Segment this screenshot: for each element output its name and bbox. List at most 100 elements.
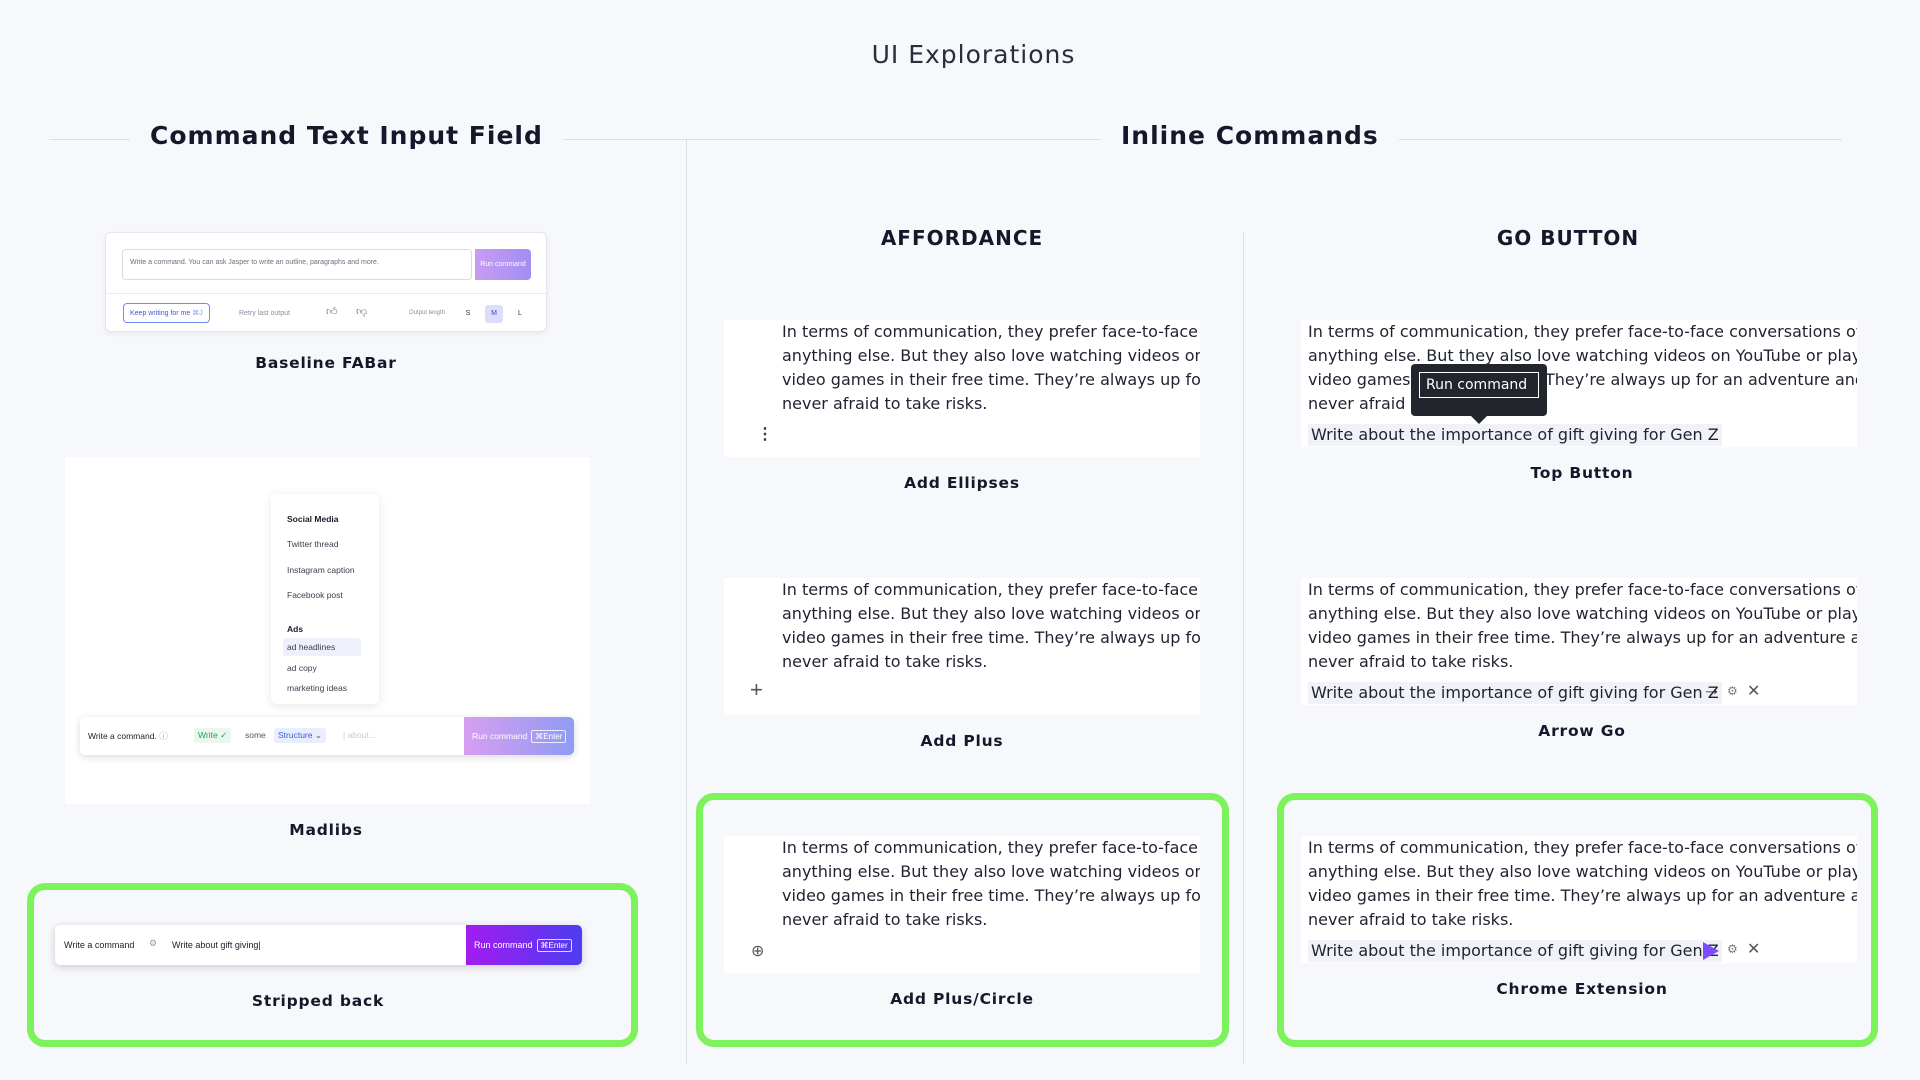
paragraph-line: anything else. But they also love watchi…	[782, 346, 1200, 365]
caption-arrow-go: Arrow Go	[1538, 722, 1626, 740]
run-command-button[interactable]: Run command	[475, 249, 531, 280]
paragraph-text: In terms of communication, they prefer f…	[1308, 836, 1857, 932]
menu-group-ads: Ads	[287, 624, 304, 634]
command-label-text: Write a command.	[88, 731, 157, 741]
paragraph-line: never afraid to take risks.	[782, 910, 988, 929]
menu-item[interactable]: Twitter thread	[287, 539, 339, 549]
paragraph-line: anything else. But they also love watchi…	[782, 862, 1200, 881]
menu-item[interactable]: ad headlines	[287, 642, 335, 652]
paragraph-line: anything else. But they also love watchi…	[1308, 604, 1857, 623]
paragraph-line: never afraid to take risks.	[782, 652, 988, 671]
plus-icon[interactable]: +	[750, 677, 763, 703]
paragraph-line: In terms of communication, they prefer f…	[1308, 322, 1857, 341]
write-chip[interactable]: Write ✓	[194, 728, 232, 743]
paragraph-line: video games in their free time. They’re …	[1308, 628, 1857, 647]
gear-icon[interactable]: ⚙	[1727, 942, 1738, 956]
paragraph-fragment: video games	[1308, 370, 1411, 389]
paragraph-block: In terms of communication, they prefer f…	[724, 320, 1200, 457]
paragraph-text: In terms of communication, they prefer f…	[1308, 320, 1857, 416]
paragraph-line: never afraid t	[1308, 394, 1417, 413]
menu-item[interactable]: Facebook post	[287, 590, 343, 600]
page-title: UI Explorations	[871, 40, 1076, 69]
gear-icon[interactable]: ⚙	[149, 938, 157, 949]
run-command-tooltip[interactable]: Run command	[1411, 364, 1547, 416]
inline-command-text[interactable]: Write about the importance of gift givin…	[1308, 682, 1722, 704]
command-input[interactable]: Write about gift giving|	[172, 940, 261, 950]
caption-madlibs: Madlibs	[289, 821, 363, 839]
enter-shortcut: ⌘Enter	[531, 730, 567, 743]
ellipses-icon[interactable]: ⋮	[757, 424, 773, 444]
caption-add-ellipses: Add Ellipses	[904, 474, 1020, 492]
keep-writing-button[interactable]: Keep writing for me ⌘J	[123, 303, 210, 323]
run-command-label: Run command	[474, 940, 533, 950]
run-command-button[interactable]: Run command ⌘Enter	[464, 717, 574, 755]
size-small-button[interactable]: S	[459, 305, 477, 323]
section-title-command-input: Command Text Input Field	[130, 121, 563, 150]
command-input-value: Write about gift giving	[172, 940, 259, 950]
command-input[interactable]: Write a command. You can ask Jasper to w…	[122, 249, 472, 280]
menu-item[interactable]: Instagram caption	[287, 565, 355, 575]
caption-top-button: Top Button	[1530, 464, 1634, 482]
paragraph-line: In terms of communication, they prefer f…	[1308, 580, 1857, 599]
structure-dropdown[interactable]: Structure ⌄	[274, 728, 326, 743]
paragraph-line: never afraid to take risks.	[1308, 652, 1514, 671]
about-placeholder[interactable]: | about...	[343, 730, 376, 740]
paragraph-block: In terms of communication, they prefer f…	[1301, 836, 1857, 963]
caption-stripped: Stripped back	[251, 992, 385, 1010]
thumbs-up-icon[interactable]: 👍︎	[326, 305, 338, 318]
info-icon: ⓘ	[159, 731, 168, 741]
paragraph-line: video games in their free time. They’re …	[782, 628, 1200, 647]
paragraph-line: anything else. But they also love watchi…	[1308, 346, 1857, 365]
paragraph-line: anything else. But they also love watchi…	[1308, 862, 1857, 881]
play-icon[interactable]	[1703, 942, 1719, 960]
column-divider	[686, 139, 687, 1064]
arrow-right-icon[interactable]: →	[1702, 679, 1721, 701]
caption-chrome-extension: Chrome Extension	[1496, 980, 1668, 998]
run-command-button[interactable]: Run command ⌘Enter	[466, 925, 582, 965]
close-icon[interactable]: ✕	[1747, 939, 1760, 959]
inline-command-text[interactable]: Write about the importance of gift givin…	[1308, 424, 1722, 446]
paragraph-block: In terms of communication, they prefer f…	[1301, 320, 1857, 447]
structure-label: Structure	[278, 730, 313, 740]
section-title-inline-commands: Inline Commands	[1101, 121, 1399, 150]
paragraph-fragment: They’re always up for an adventure and	[1545, 370, 1857, 389]
paragraph-block: In terms of communication, they prefer f…	[1301, 578, 1857, 705]
chevron-down-icon: ⌄	[314, 730, 322, 740]
paragraph-line: video games in their free time. They’re …	[1308, 886, 1857, 905]
inline-command-text[interactable]: Write about the importance of gift givin…	[1308, 940, 1722, 962]
stripped-command-bar: Write a command ⚙ Write about gift givin…	[55, 925, 582, 965]
paragraph-line: video games in their free time. They’re …	[782, 370, 1200, 389]
paragraph-text: In terms of communication, they prefer f…	[782, 836, 1200, 932]
column-title-affordance: AFFORDANCE	[880, 226, 1044, 250]
paragraph-text: In terms of communication, they prefer f…	[1308, 578, 1857, 674]
paragraph-line: video games in their free time. They’re …	[782, 886, 1200, 905]
paragraph-line: In terms of communication, they prefer f…	[782, 580, 1200, 599]
close-icon[interactable]: ✕	[1747, 681, 1760, 701]
run-command-button[interactable]: Run command	[1419, 372, 1539, 398]
menu-item[interactable]: ad copy	[287, 663, 317, 673]
retry-button[interactable]: Retry last output	[239, 310, 290, 317]
gear-icon[interactable]: ⚙	[1727, 684, 1738, 698]
paragraph-line: In terms of communication, they prefer f…	[782, 838, 1200, 857]
run-command-label: Run command	[472, 731, 528, 741]
madlibs-preview: Social Media Twitter thread Instagram ca…	[65, 457, 590, 804]
command-suggestions-menu: Social Media Twitter thread Instagram ca…	[271, 494, 379, 704]
menu-item[interactable]: marketing ideas	[287, 683, 347, 693]
size-large-button[interactable]: L	[511, 305, 529, 323]
paragraph-line: never afraid to take risks.	[1308, 910, 1514, 929]
madlibs-command-bar: Write a command. ⓘ Write ✓ some Structur…	[80, 717, 574, 755]
size-medium-button[interactable]: M	[485, 305, 503, 323]
some-text: some	[245, 730, 266, 740]
paragraph-text: In terms of communication, they prefer f…	[782, 320, 1200, 416]
caption-add-plus: Add Plus	[920, 732, 1004, 750]
thumbs-down-icon[interactable]: 👎︎	[356, 305, 367, 318]
command-label: Write a command. ⓘ	[88, 730, 168, 742]
plus-circle-icon[interactable]: ⊕	[751, 941, 764, 961]
paragraph-block: In terms of communication, they prefer f…	[724, 836, 1200, 973]
about-placeholder-text: about...	[347, 730, 376, 740]
check-icon: ✓	[220, 730, 228, 740]
paragraph-line: In terms of communication, they prefer f…	[782, 322, 1200, 341]
caption-baseline: Baseline FABar	[255, 354, 397, 372]
caption-add-plus-circle: Add Plus/Circle	[890, 990, 1034, 1008]
column-divider	[1243, 232, 1244, 1064]
